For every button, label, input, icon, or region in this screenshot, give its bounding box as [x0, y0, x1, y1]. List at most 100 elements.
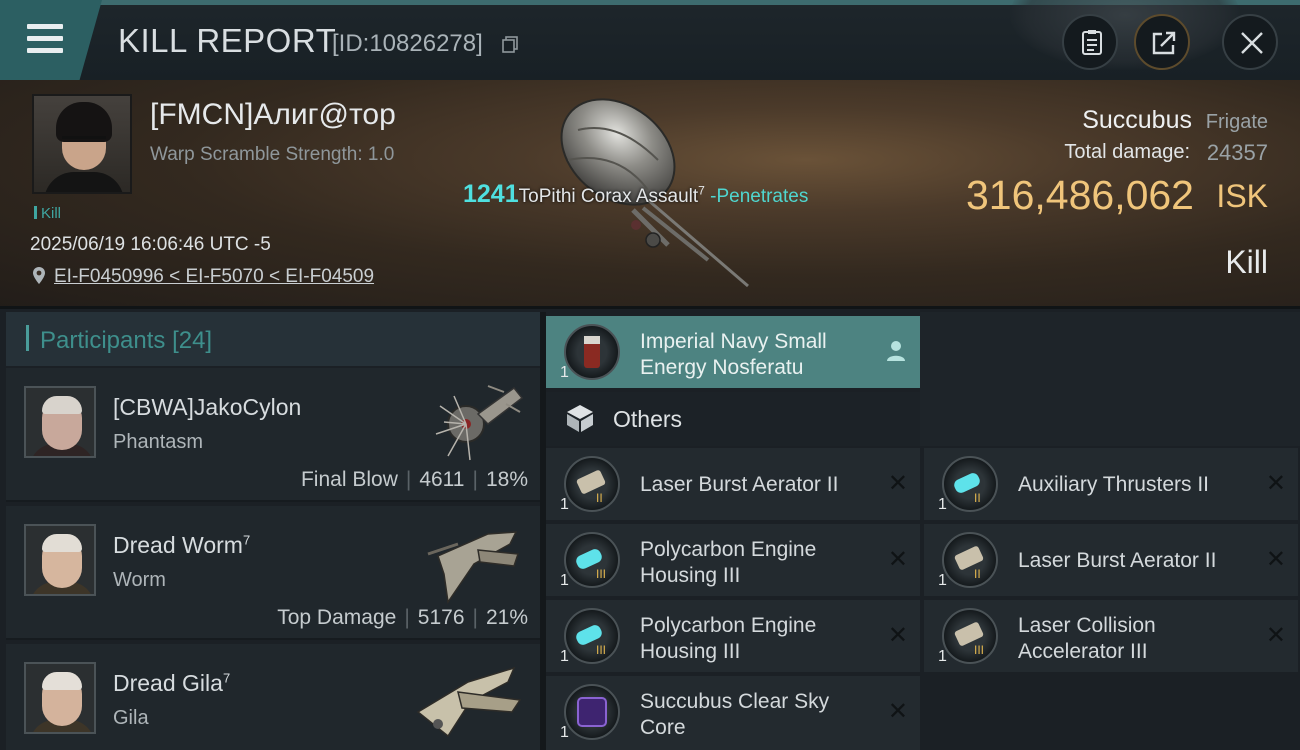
module-name: Imperial Navy Small Energy Nosferatu	[640, 330, 827, 379]
participant-ship-image	[427, 531, 520, 604]
hit-effect: -Penetrates	[704, 186, 809, 207]
svg-text:III: III	[596, 643, 606, 657]
portrait-glasses	[62, 136, 106, 146]
person-icon[interactable]	[886, 340, 906, 362]
participants-title: Participants [24]	[40, 327, 212, 355]
stat-separator: |	[472, 468, 478, 491]
kill-result: Kill	[1225, 244, 1268, 280]
warp-scramble-strength: Warp Scramble Strength: 1.0	[150, 144, 395, 165]
svg-text:II: II	[974, 491, 981, 505]
module-item[interactable]: III 1 Laser Collision Accelerator III ✕	[924, 600, 1298, 672]
remove-icon[interactable]: ✕	[888, 700, 908, 724]
remove-icon[interactable]: ✕	[888, 624, 908, 648]
participant-ship: Worm	[113, 569, 166, 591]
damage-hit-line: 1241ToPithi Corax Assault7 -Penetrates	[463, 180, 808, 209]
total-damage-label: Total damage:	[1064, 141, 1190, 163]
participant-row[interactable]: Dread Gila7 Gila	[6, 644, 540, 750]
participant-ship-image	[435, 385, 524, 461]
svg-text:III: III	[974, 643, 984, 657]
clipboard-button[interactable]	[1062, 14, 1118, 70]
module-quantity: 1	[560, 572, 569, 589]
others-label: Others	[613, 406, 683, 432]
module-icon	[564, 324, 620, 380]
cube-icon	[567, 405, 593, 432]
participants-label: Participants	[40, 327, 166, 354]
participant-damage: 4611	[419, 468, 465, 491]
stat-separator: |	[404, 606, 410, 629]
module-icon: III	[564, 532, 620, 588]
remove-icon[interactable]: ✕	[888, 472, 908, 496]
participant-name[interactable]: Dread Worm7	[113, 532, 250, 559]
isk-unit: ISK	[1216, 178, 1268, 214]
remove-icon[interactable]: ✕	[1266, 624, 1286, 648]
menu-button[interactable]	[0, 0, 102, 80]
module-quantity: 1	[938, 572, 947, 589]
remove-icon[interactable]: ✕	[888, 548, 908, 572]
engine-module-icon: III	[576, 625, 606, 657]
module-name: Laser Burst Aerator II	[1018, 549, 1217, 572]
menu-icon-bar	[27, 48, 63, 53]
close-icon	[1241, 32, 1263, 54]
participants-count: [24]	[172, 327, 213, 354]
participant-row[interactable]: Dread Worm7 Worm Top Damage | 5176 | 21%	[6, 506, 540, 640]
module-name: Succubus Clear Sky Core	[640, 690, 830, 739]
total-damage-value: 24357	[1206, 140, 1268, 165]
participant-avatar[interactable]	[24, 386, 96, 458]
module-item[interactable]: III 1 Polycarbon Engine Housing III ✕	[546, 600, 920, 672]
participant-avatar[interactable]	[24, 524, 96, 596]
svg-text:II: II	[974, 567, 981, 581]
module-item[interactable]: III 1 Polycarbon Engine Housing III ✕	[546, 524, 920, 596]
hit-weapon: ToPithi Corax Assault	[518, 186, 699, 207]
participant-role: Top Damage	[277, 606, 397, 629]
top-bar: KILL REPORT [ID:10826278]	[0, 0, 1300, 80]
close-button[interactable]	[1222, 14, 1278, 70]
stat-separator: |	[472, 606, 478, 629]
participant-name-sup: 7	[242, 532, 251, 548]
share-button[interactable]	[1134, 14, 1190, 70]
participant-row[interactable]: [CBWA]JakoCylon Phantasm Final Blow | 4611…	[6, 368, 540, 502]
module-item[interactable]: 1 Succubus Clear Sky Core ✕	[546, 676, 920, 750]
module-quantity: 1	[938, 648, 947, 665]
participant-ship-image	[416, 666, 522, 738]
remove-icon[interactable]: ✕	[1266, 548, 1286, 572]
module-name: Auxiliary Thrusters II	[1018, 473, 1209, 496]
avatar-hair	[42, 396, 82, 414]
module-name: Laser Burst Aerator II	[640, 473, 839, 496]
menu-icon-bar	[27, 36, 63, 41]
participant-ship: Phantasm	[113, 431, 204, 453]
participant-avatar[interactable]	[24, 662, 96, 734]
participant-name-text: Dread Gila	[113, 670, 223, 696]
location-route-link[interactable]: EI-F0450996 < EI-F5070 < EI-F04509	[54, 266, 374, 288]
svg-text:III: III	[596, 567, 606, 581]
participant-name[interactable]: [CBWA]JakoCylon	[113, 394, 301, 421]
participants-header-tick	[26, 325, 29, 351]
participant-role: Final Blow	[300, 468, 398, 491]
avatar-hair	[42, 672, 82, 690]
module-quantity: 1	[560, 724, 569, 741]
ship-class: Frigate	[1205, 111, 1268, 133]
module-icon: II	[564, 456, 620, 512]
module-item[interactable]: II 1 Auxiliary Thrusters II ✕	[924, 448, 1298, 520]
module-name: Polycarbon Engine Housing III	[640, 538, 817, 587]
module-item[interactable]: II 1 Laser Burst Aerator II ✕	[924, 524, 1298, 596]
menu-icon	[27, 24, 63, 29]
victim-portrait[interactable]	[32, 94, 132, 194]
remove-icon[interactable]: ✕	[1266, 472, 1286, 496]
laser-module-icon: III	[954, 622, 984, 657]
share-icon	[1152, 31, 1176, 55]
participant-name-text: [CBWA]JakoCylon	[113, 394, 302, 420]
ship-name[interactable]: Succubus	[1082, 106, 1192, 135]
core-module-icon	[577, 697, 607, 727]
module-item[interactable]: II 1 Laser Burst Aerator II ✕	[546, 448, 920, 520]
module-icon: III	[942, 608, 998, 664]
banner-divider	[0, 306, 1300, 309]
module-panel-empty-area	[920, 676, 1300, 750]
copy-icon[interactable]	[502, 36, 518, 53]
victim-name[interactable]: [FMCN]Алиг@тор	[150, 98, 396, 132]
participant-name[interactable]: Dread Gila7	[113, 670, 230, 697]
isk-value: 316,486,062	[965, 172, 1194, 218]
module-name: Polycarbon Engine Housing III	[640, 614, 817, 663]
participant-ship: Gila	[113, 707, 149, 729]
module-item-highlight[interactable]: 1 Imperial Navy Small Energy Nosferatu	[546, 316, 920, 388]
participant-name-text: Dread Worm	[113, 532, 243, 558]
